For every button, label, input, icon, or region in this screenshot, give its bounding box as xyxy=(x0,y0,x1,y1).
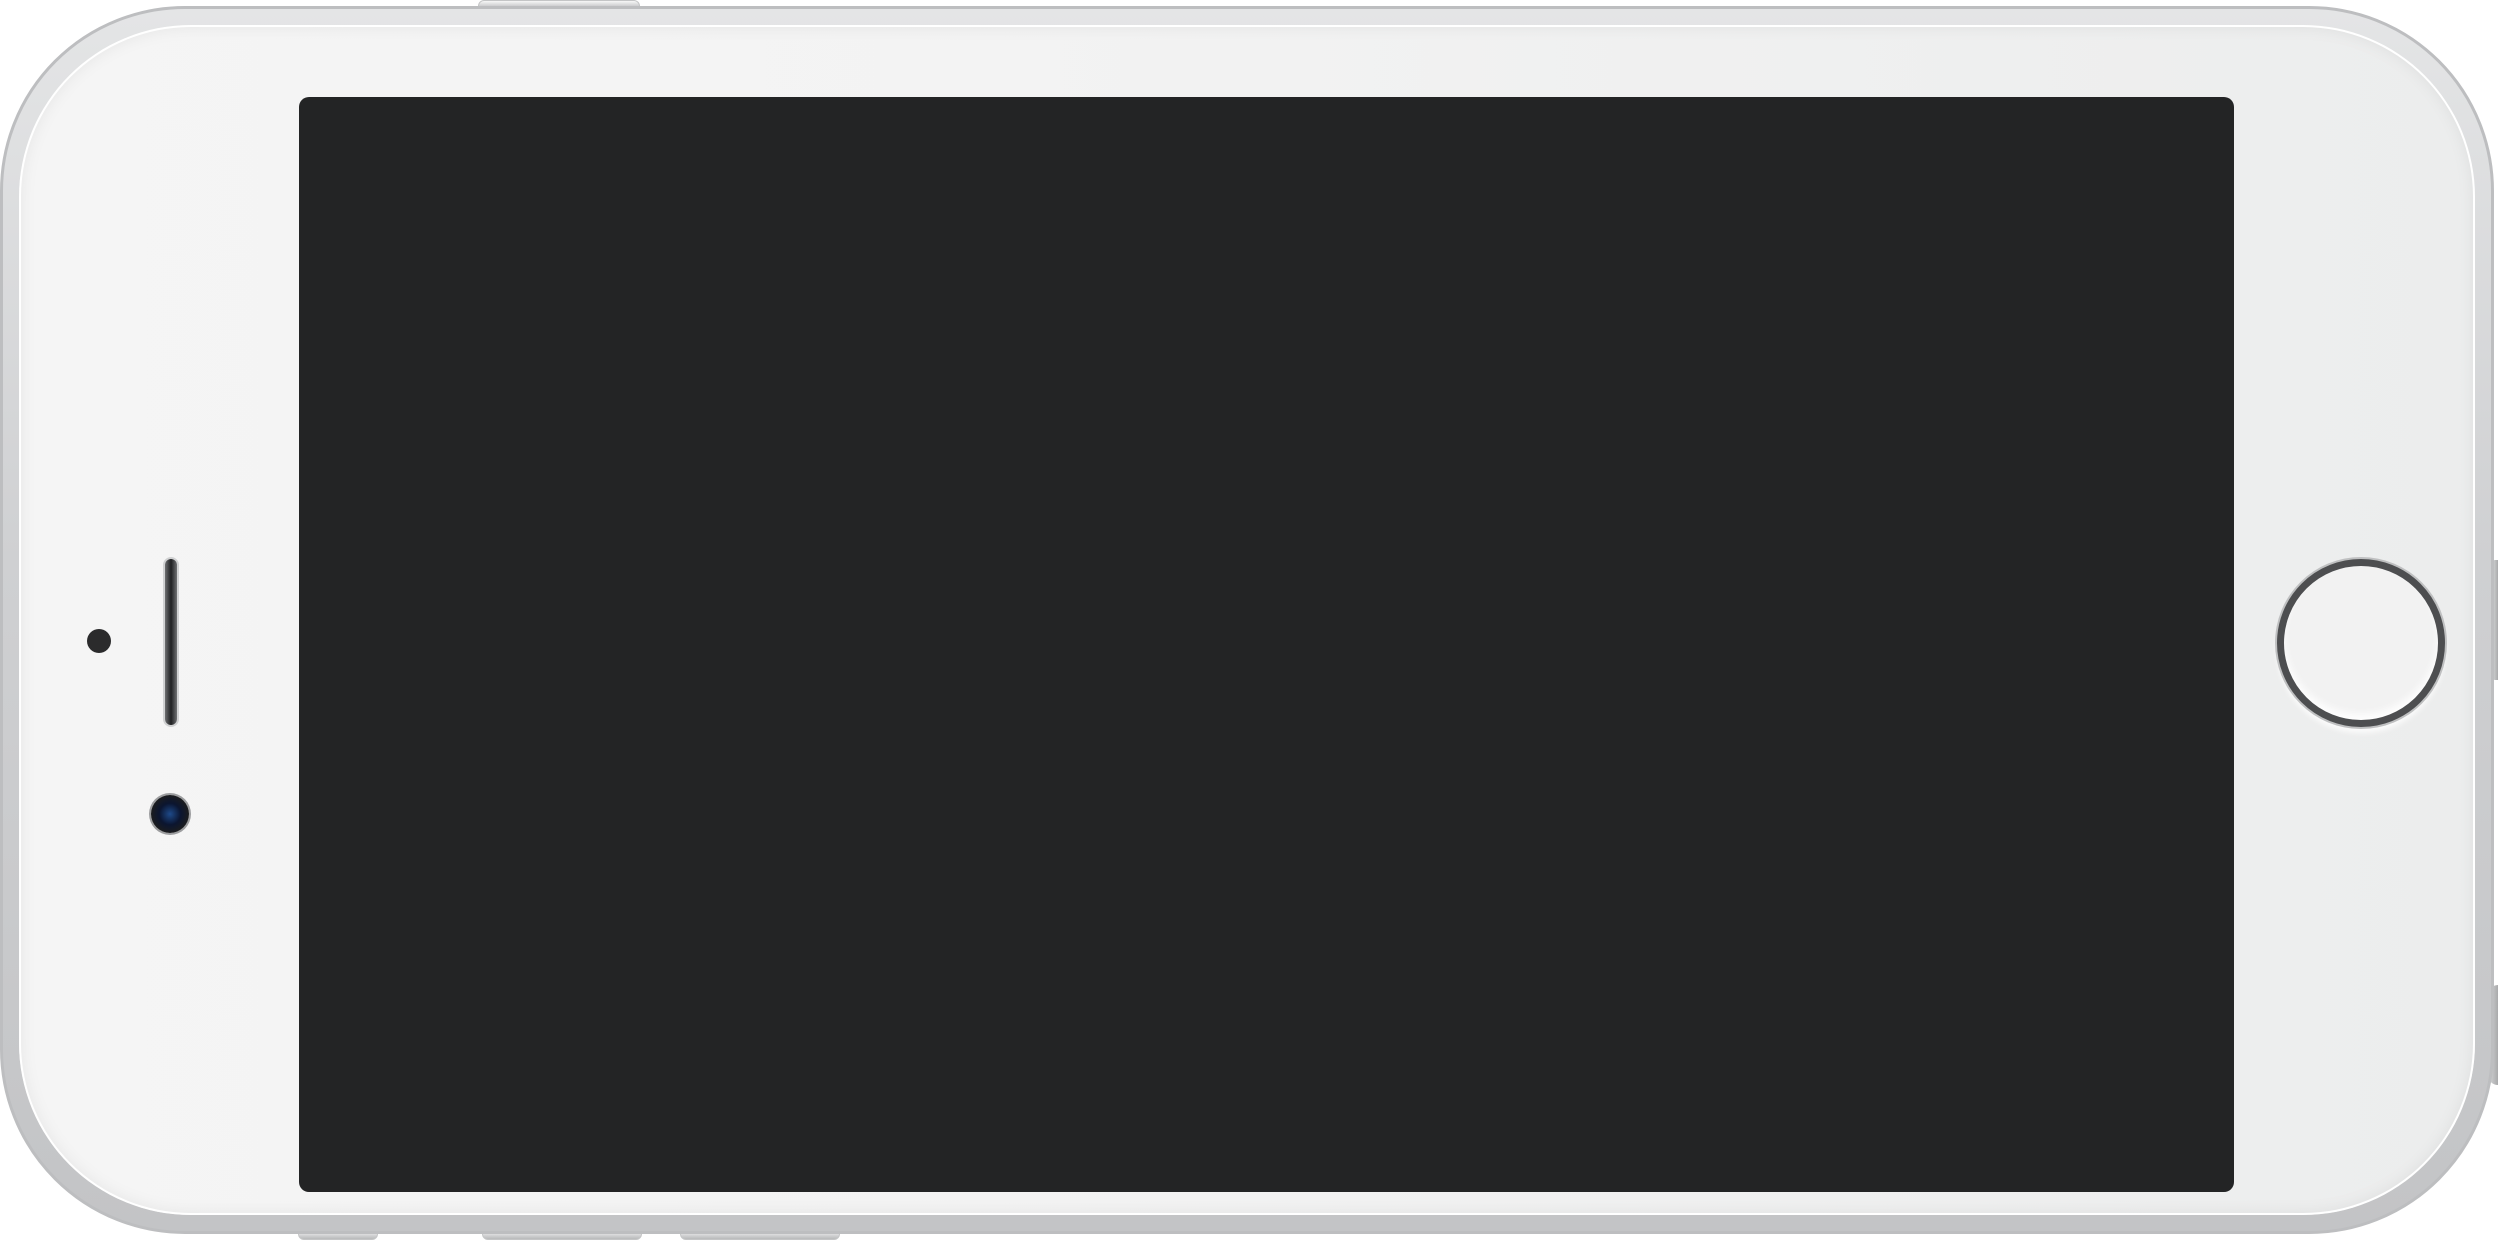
earpiece-speaker-icon xyxy=(165,559,177,725)
phone-front-panel xyxy=(19,25,2475,1215)
device-screen[interactable] xyxy=(299,97,2234,1192)
proximity-sensor-icon xyxy=(87,629,111,653)
home-button[interactable] xyxy=(2277,559,2445,727)
phone-frame xyxy=(0,6,2494,1234)
front-camera-icon xyxy=(151,795,189,833)
device-mockup xyxy=(0,0,2498,1240)
